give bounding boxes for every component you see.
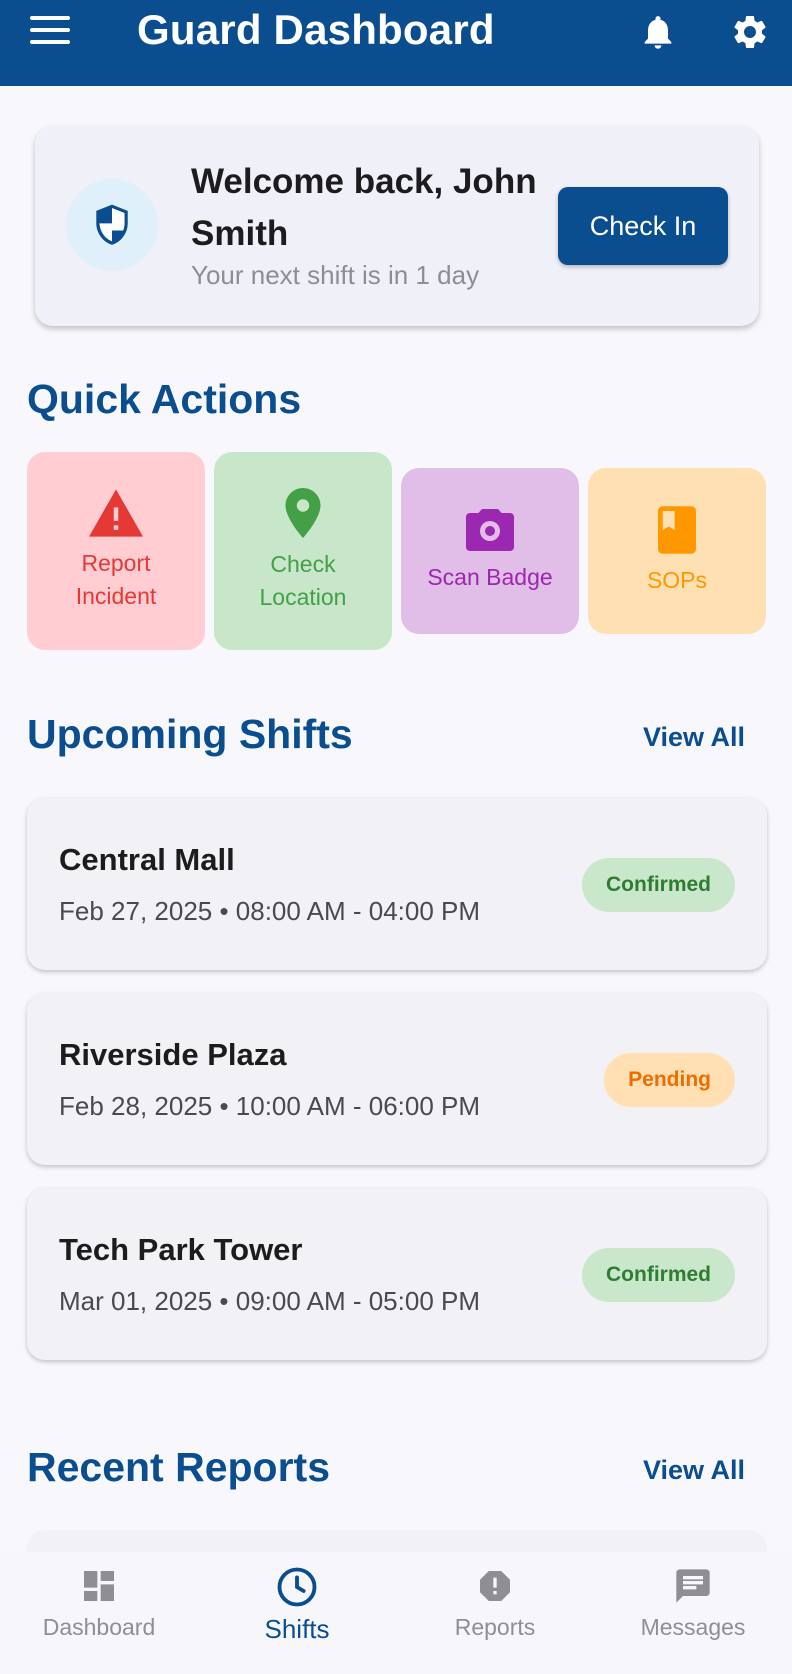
gear-icon[interactable] [730, 12, 770, 52]
next-shift-subtitle: Your next shift is in 1 day [191, 260, 480, 290]
bottom-navigation: Dashboard Shifts Reports Messages [0, 1552, 792, 1674]
sops-label: SOPs [646, 566, 708, 593]
message-icon [676, 1569, 710, 1603]
nav-label: Messages [640, 1614, 746, 1640]
nav-label: Reports [454, 1614, 536, 1640]
status-badge: Confirmed [582, 858, 735, 912]
shift-time: Feb 27, 2025 • 08:00 AM - 04:00 PM [59, 896, 481, 926]
warning-icon [89, 489, 143, 537]
nav-label: Dashboard [42, 1614, 156, 1640]
shift-card[interactable]: Tech Park Tower Mar 01, 2025 • 09:00 AM … [27, 1188, 767, 1360]
recent-reports-title: Recent Reports [27, 1444, 331, 1490]
shift-time: Mar 01, 2025 • 09:00 AM - 05:00 PM [59, 1286, 481, 1316]
quick-actions-title: Quick Actions [27, 376, 302, 422]
check-location-label: Check Location [259, 551, 347, 610]
shift-location: Central Mall [59, 842, 235, 877]
menu-icon[interactable] [30, 16, 70, 46]
app-bar: Guard Dashboard [0, 0, 792, 86]
shift-location: Tech Park Tower [59, 1232, 303, 1267]
nav-item-shifts[interactable]: Shifts [198, 1552, 396, 1674]
report-incident-button[interactable]: Report Incident [27, 452, 205, 650]
report-incident-label: Report Incident [75, 550, 157, 609]
page-title: Guard Dashboard [137, 6, 495, 53]
upcoming-shifts-title: Upcoming Shifts [27, 711, 353, 757]
check-in-button[interactable]: Check In [558, 187, 728, 265]
book-icon [658, 505, 696, 554]
nav-item-messages[interactable]: Messages [594, 1552, 792, 1674]
scan-badge-label: Scan Badge [427, 563, 553, 590]
check-location-button[interactable]: Check Location [214, 452, 392, 650]
shield-icon [96, 204, 128, 245]
alert-circle-icon [480, 1571, 510, 1601]
sops-button[interactable]: SOPs [588, 468, 766, 634]
shifts-view-all-link[interactable]: View All [643, 722, 745, 753]
reports-view-all-link[interactable]: View All [643, 1455, 745, 1486]
welcome-card: Welcome back, John Smith Your next shift… [35, 126, 759, 326]
status-badge: Pending [604, 1053, 735, 1107]
shield-icon-wrapper [66, 179, 158, 271]
shift-card[interactable]: Central Mall Feb 27, 2025 • 08:00 AM - 0… [27, 798, 767, 970]
nav-item-reports[interactable]: Reports [396, 1552, 594, 1674]
shift-card[interactable]: Riverside Plaza Feb 28, 2025 • 10:00 AM … [27, 993, 767, 1165]
dashboard-icon [84, 1571, 114, 1601]
scan-badge-button[interactable]: Scan Badge [401, 468, 579, 634]
welcome-greeting: Welcome back, John Smith [191, 162, 537, 253]
location-pin-icon [285, 488, 321, 538]
status-badge: Confirmed [582, 1248, 735, 1302]
shift-time: Feb 28, 2025 • 10:00 AM - 06:00 PM [59, 1091, 481, 1121]
camera-icon [466, 508, 514, 551]
clock-icon [277, 1567, 317, 1607]
bell-icon[interactable] [638, 12, 678, 52]
nav-label: Shifts [264, 1614, 330, 1644]
nav-item-dashboard[interactable]: Dashboard [0, 1552, 198, 1674]
shift-location: Riverside Plaza [59, 1037, 287, 1072]
